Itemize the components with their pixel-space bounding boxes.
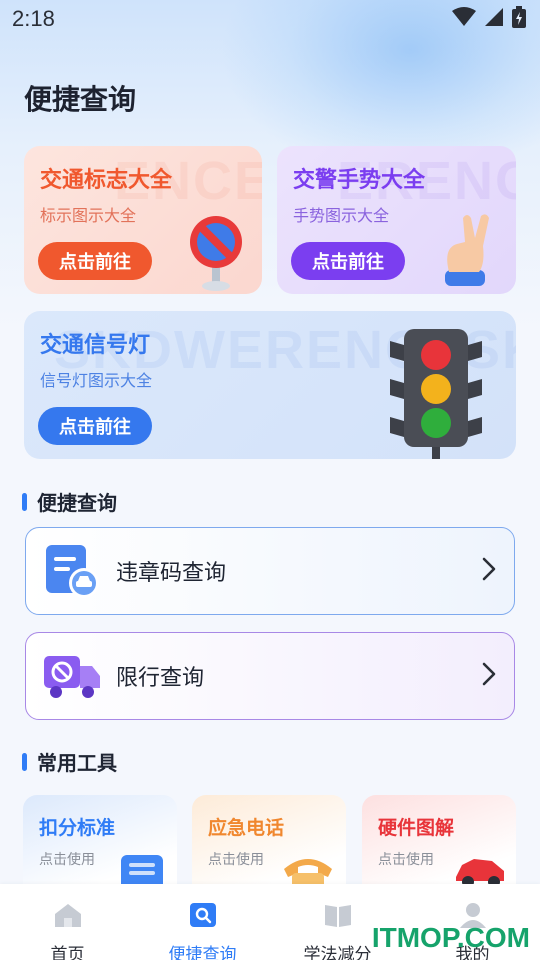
section-title: 常用工具 [37,751,117,775]
tab-home[interactable]: 首页 [0,884,135,960]
card-title: 交通标志大全 [40,168,173,193]
home-icon [53,902,83,932]
chevron-right-icon [482,662,496,690]
traffic-signs-card[interactable]: ENCE ERENCE 交通标志大全 标示图示大全 点击前往 [24,146,262,294]
wifi-icon [452,7,476,31]
ticket-car-icon [42,541,102,601]
tab-quick-query[interactable]: 便捷查询 [135,884,270,960]
card-subtitle: 标示图示大全 [40,206,137,225]
tab-label: 首页 [50,945,85,960]
tool-subtitle: 点击使用 [208,852,264,868]
status-bar: 2:18 [0,0,540,38]
tool-subtitle: 点击使用 [378,852,434,868]
card-title: 交警手势大全 [293,168,426,193]
hand-gesture-icon [435,212,505,294]
page-title: 便捷查询 [24,83,137,116]
status-time: 2:18 [12,6,55,31]
go-button[interactable]: 点击前往 [291,242,405,280]
card-title: 交通信号灯 [40,333,151,358]
section-title: 便捷查询 [37,491,117,515]
tab-label: 便捷查询 [168,945,237,960]
tool-subtitle: 点击使用 [39,852,95,868]
tool-title: 硬件图解 [378,817,455,839]
go-button[interactable]: 点击前往 [38,407,152,445]
search-tab-icon [188,902,218,932]
row-label: 违章码查询 [116,561,227,586]
card-subtitle: 手势图示大全 [293,206,390,225]
traffic-restriction-query-row[interactable]: 限行查询 [25,632,515,720]
no-entry-sign-icon [184,212,254,294]
common-tools-heading: 常用工具 [22,747,117,776]
tab-label: 学法减分 [303,945,372,960]
traffic-light-icon [388,327,484,459]
signal-icon [484,7,504,31]
tool-title: 应急电话 [208,817,285,839]
tool-title: 扣分标准 [39,817,116,839]
row-label: 限行查询 [116,666,205,691]
violation-code-query-row[interactable]: 违章码查询 [25,527,515,615]
chevron-right-icon [482,557,496,585]
book-icon [323,902,353,932]
police-gestures-card[interactable]: ERENCE ERENCE 交警手势大全 手势图示大全 点击前往 [277,146,516,294]
card-subtitle: 信号灯图示大全 [40,371,153,390]
quick-query-heading: 便捷查询 [22,487,117,516]
battery-icon [512,6,526,32]
watermark-logo: ITMOP.COM [371,922,530,953]
traffic-lights-card[interactable]: SKDWERENCESKDWERD 交通信号灯 信号灯图示大全 点击前往 [24,311,516,459]
truck-restriction-icon [42,646,102,706]
go-button[interactable]: 点击前往 [38,242,152,280]
